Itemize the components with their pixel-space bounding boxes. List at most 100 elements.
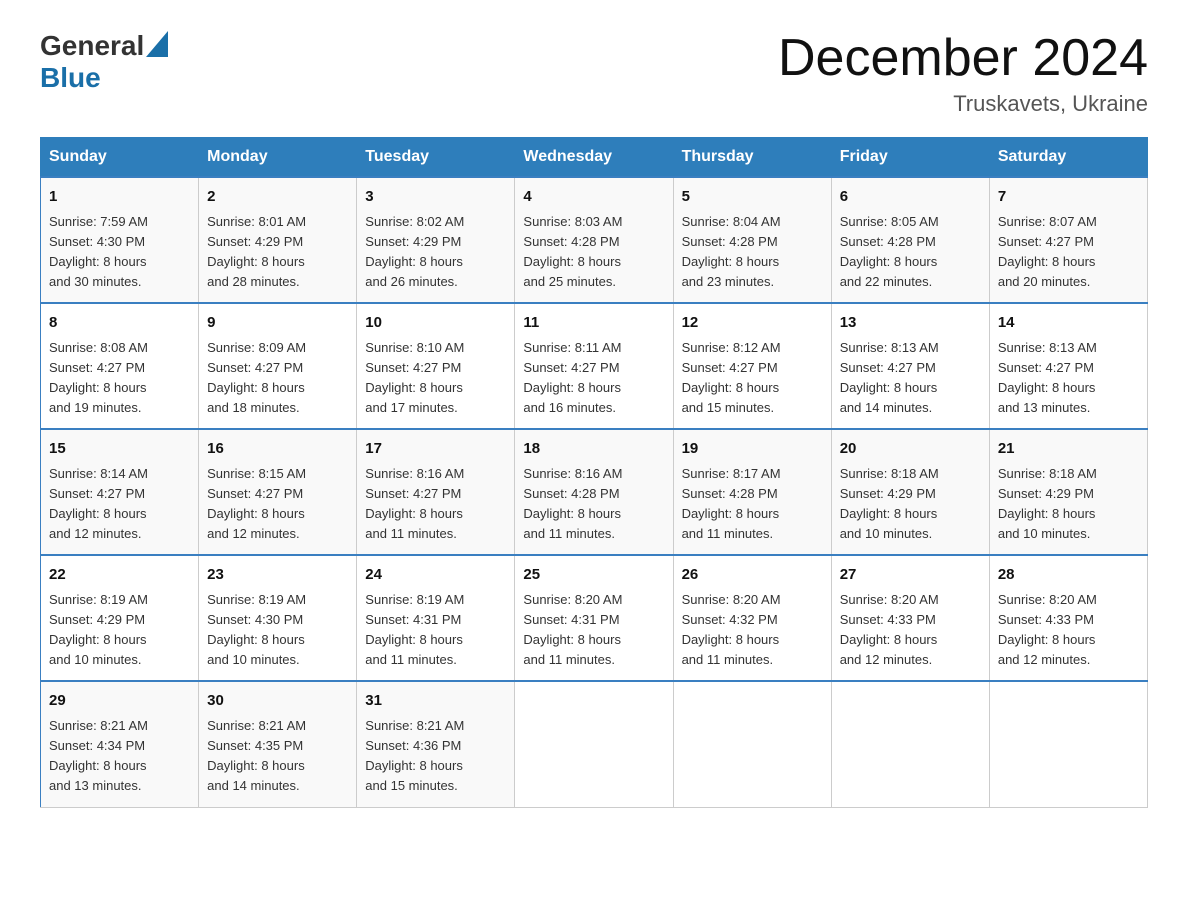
- day-number: 20: [840, 438, 981, 461]
- day-info: Sunrise: 8:19 AM Sunset: 4:30 PM Dayligh…: [207, 590, 348, 671]
- day-cell: 10 Sunrise: 8:10 AM Sunset: 4:27 PM Dayli…: [357, 303, 515, 429]
- day-info: Sunrise: 8:10 AM Sunset: 4:27 PM Dayligh…: [365, 338, 506, 419]
- day-info: Sunrise: 8:19 AM Sunset: 4:31 PM Dayligh…: [365, 590, 506, 671]
- calendar-table: SundayMondayTuesdayWednesdayThursdayFrid…: [40, 137, 1148, 807]
- day-info: Sunrise: 8:20 AM Sunset: 4:31 PM Dayligh…: [523, 590, 664, 671]
- day-info: Sunrise: 8:20 AM Sunset: 4:33 PM Dayligh…: [998, 590, 1139, 671]
- calendar-header: SundayMondayTuesdayWednesdayThursdayFrid…: [41, 138, 1148, 178]
- day-info: Sunrise: 8:17 AM Sunset: 4:28 PM Dayligh…: [682, 464, 823, 545]
- day-number: 22: [49, 564, 190, 587]
- day-cell: 29Sunrise: 8:21 AM Sunset: 4:34 PM Dayli…: [41, 681, 199, 807]
- day-cell: 9 Sunrise: 8:09 AM Sunset: 4:27 PM Daylig…: [199, 303, 357, 429]
- calendar-body: 1 Sunrise: 7:59 AM Sunset: 4:30 PM Daylig…: [41, 177, 1148, 807]
- day-number: 30: [207, 690, 348, 713]
- day-cell: 28Sunrise: 8:20 AM Sunset: 4:33 PM Dayli…: [989, 555, 1147, 681]
- day-number: 3: [365, 186, 506, 209]
- day-number: 19: [682, 438, 823, 461]
- day-info: Sunrise: 8:14 AM Sunset: 4:27 PM Dayligh…: [49, 464, 190, 545]
- day-cell: 14Sunrise: 8:13 AM Sunset: 4:27 PM Dayli…: [989, 303, 1147, 429]
- day-number: 25: [523, 564, 664, 587]
- location: Truskavets, Ukraine: [778, 91, 1148, 117]
- day-cell: 17Sunrise: 8:16 AM Sunset: 4:27 PM Dayli…: [357, 429, 515, 555]
- day-number: 24: [365, 564, 506, 587]
- day-info: Sunrise: 8:05 AM Sunset: 4:28 PM Dayligh…: [840, 212, 981, 293]
- day-number: 18: [523, 438, 664, 461]
- day-info: Sunrise: 8:18 AM Sunset: 4:29 PM Dayligh…: [840, 464, 981, 545]
- day-cell: 30 Sunrise: 8:21 AM Sunset: 4:35 PM Dayli…: [199, 681, 357, 807]
- page-header: General Blue December 2024 Truskavets, U…: [40, 30, 1148, 117]
- day-cell: 8Sunrise: 8:08 AM Sunset: 4:27 PM Daylig…: [41, 303, 199, 429]
- logo: General Blue: [40, 30, 168, 94]
- day-number: 6: [840, 186, 981, 209]
- header-saturday: Saturday: [989, 138, 1147, 178]
- day-cell: 23 Sunrise: 8:19 AM Sunset: 4:30 PM Dayli…: [199, 555, 357, 681]
- day-cell: 6 Sunrise: 8:05 AM Sunset: 4:28 PM Daylig…: [831, 177, 989, 303]
- day-number: 27: [840, 564, 981, 587]
- day-info: Sunrise: 8:01 AM Sunset: 4:29 PM Dayligh…: [207, 212, 348, 293]
- day-cell: 7 Sunrise: 8:07 AM Sunset: 4:27 PM Daylig…: [989, 177, 1147, 303]
- day-cell: 1 Sunrise: 7:59 AM Sunset: 4:30 PM Daylig…: [41, 177, 199, 303]
- day-number: 12: [682, 312, 823, 335]
- day-cell: 12 Sunrise: 8:12 AM Sunset: 4:27 PM Dayli…: [673, 303, 831, 429]
- day-number: 17: [365, 438, 506, 461]
- day-info: Sunrise: 8:21 AM Sunset: 4:36 PM Dayligh…: [365, 716, 506, 797]
- day-number: 8: [49, 312, 190, 335]
- day-number: 10: [365, 312, 506, 335]
- day-number: 9: [207, 312, 348, 335]
- week-row-4: 22 Sunrise: 8:19 AM Sunset: 4:29 PM Dayli…: [41, 555, 1148, 681]
- week-row-3: 15 Sunrise: 8:14 AM Sunset: 4:27 PM Dayli…: [41, 429, 1148, 555]
- day-cell: 16 Sunrise: 8:15 AM Sunset: 4:27 PM Dayli…: [199, 429, 357, 555]
- day-cell: 3 Sunrise: 8:02 AM Sunset: 4:29 PM Daylig…: [357, 177, 515, 303]
- header-thursday: Thursday: [673, 138, 831, 178]
- day-info: Sunrise: 8:21 AM Sunset: 4:35 PM Dayligh…: [207, 716, 348, 797]
- day-number: 26: [682, 564, 823, 587]
- day-info: Sunrise: 8:13 AM Sunset: 4:27 PM Dayligh…: [840, 338, 981, 419]
- day-cell: 24 Sunrise: 8:19 AM Sunset: 4:31 PM Dayli…: [357, 555, 515, 681]
- header-friday: Friday: [831, 138, 989, 178]
- day-number: 11: [523, 312, 664, 335]
- logo-triangle-icon: [146, 31, 168, 57]
- day-cell: 13Sunrise: 8:13 AM Sunset: 4:27 PM Dayli…: [831, 303, 989, 429]
- day-number: 31: [365, 690, 506, 713]
- day-number: 16: [207, 438, 348, 461]
- day-info: Sunrise: 8:20 AM Sunset: 4:32 PM Dayligh…: [682, 590, 823, 671]
- logo-general: General: [40, 30, 144, 62]
- day-info: Sunrise: 8:11 AM Sunset: 4:27 PM Dayligh…: [523, 338, 664, 419]
- day-number: 15: [49, 438, 190, 461]
- day-info: Sunrise: 8:20 AM Sunset: 4:33 PM Dayligh…: [840, 590, 981, 671]
- day-number: 1: [49, 186, 190, 209]
- day-info: Sunrise: 8:09 AM Sunset: 4:27 PM Dayligh…: [207, 338, 348, 419]
- day-cell: [831, 681, 989, 807]
- day-cell: [989, 681, 1147, 807]
- day-info: Sunrise: 8:13 AM Sunset: 4:27 PM Dayligh…: [998, 338, 1139, 419]
- day-info: Sunrise: 8:07 AM Sunset: 4:27 PM Dayligh…: [998, 212, 1139, 293]
- day-cell: 25 Sunrise: 8:20 AM Sunset: 4:31 PM Dayli…: [515, 555, 673, 681]
- day-info: Sunrise: 8:12 AM Sunset: 4:27 PM Dayligh…: [682, 338, 823, 419]
- day-cell: 19 Sunrise: 8:17 AM Sunset: 4:28 PM Dayli…: [673, 429, 831, 555]
- day-cell: 2 Sunrise: 8:01 AM Sunset: 4:29 PM Daylig…: [199, 177, 357, 303]
- day-info: Sunrise: 8:02 AM Sunset: 4:29 PM Dayligh…: [365, 212, 506, 293]
- day-cell: 22 Sunrise: 8:19 AM Sunset: 4:29 PM Dayli…: [41, 555, 199, 681]
- day-cell: 5Sunrise: 8:04 AM Sunset: 4:28 PM Daylig…: [673, 177, 831, 303]
- day-cell: 20 Sunrise: 8:18 AM Sunset: 4:29 PM Dayli…: [831, 429, 989, 555]
- day-cell: 31 Sunrise: 8:21 AM Sunset: 4:36 PM Dayli…: [357, 681, 515, 807]
- day-cell: 15 Sunrise: 8:14 AM Sunset: 4:27 PM Dayli…: [41, 429, 199, 555]
- week-row-2: 8Sunrise: 8:08 AM Sunset: 4:27 PM Daylig…: [41, 303, 1148, 429]
- day-info: Sunrise: 7:59 AM Sunset: 4:30 PM Dayligh…: [49, 212, 190, 293]
- day-cell: 4Sunrise: 8:03 AM Sunset: 4:28 PM Daylig…: [515, 177, 673, 303]
- day-info: Sunrise: 8:21 AM Sunset: 4:34 PM Dayligh…: [49, 716, 190, 797]
- day-cell: 27 Sunrise: 8:20 AM Sunset: 4:33 PM Dayli…: [831, 555, 989, 681]
- day-number: 23: [207, 564, 348, 587]
- day-cell: 21Sunrise: 8:18 AM Sunset: 4:29 PM Dayli…: [989, 429, 1147, 555]
- day-cell: 11 Sunrise: 8:11 AM Sunset: 4:27 PM Dayli…: [515, 303, 673, 429]
- day-info: Sunrise: 8:03 AM Sunset: 4:28 PM Dayligh…: [523, 212, 664, 293]
- header-sunday: Sunday: [41, 138, 199, 178]
- week-row-5: 29Sunrise: 8:21 AM Sunset: 4:34 PM Dayli…: [41, 681, 1148, 807]
- day-info: Sunrise: 8:18 AM Sunset: 4:29 PM Dayligh…: [998, 464, 1139, 545]
- day-number: 7: [998, 186, 1139, 209]
- week-row-1: 1 Sunrise: 7:59 AM Sunset: 4:30 PM Daylig…: [41, 177, 1148, 303]
- day-number: 2: [207, 186, 348, 209]
- day-info: Sunrise: 8:19 AM Sunset: 4:29 PM Dayligh…: [49, 590, 190, 671]
- day-info: Sunrise: 8:15 AM Sunset: 4:27 PM Dayligh…: [207, 464, 348, 545]
- day-cell: [515, 681, 673, 807]
